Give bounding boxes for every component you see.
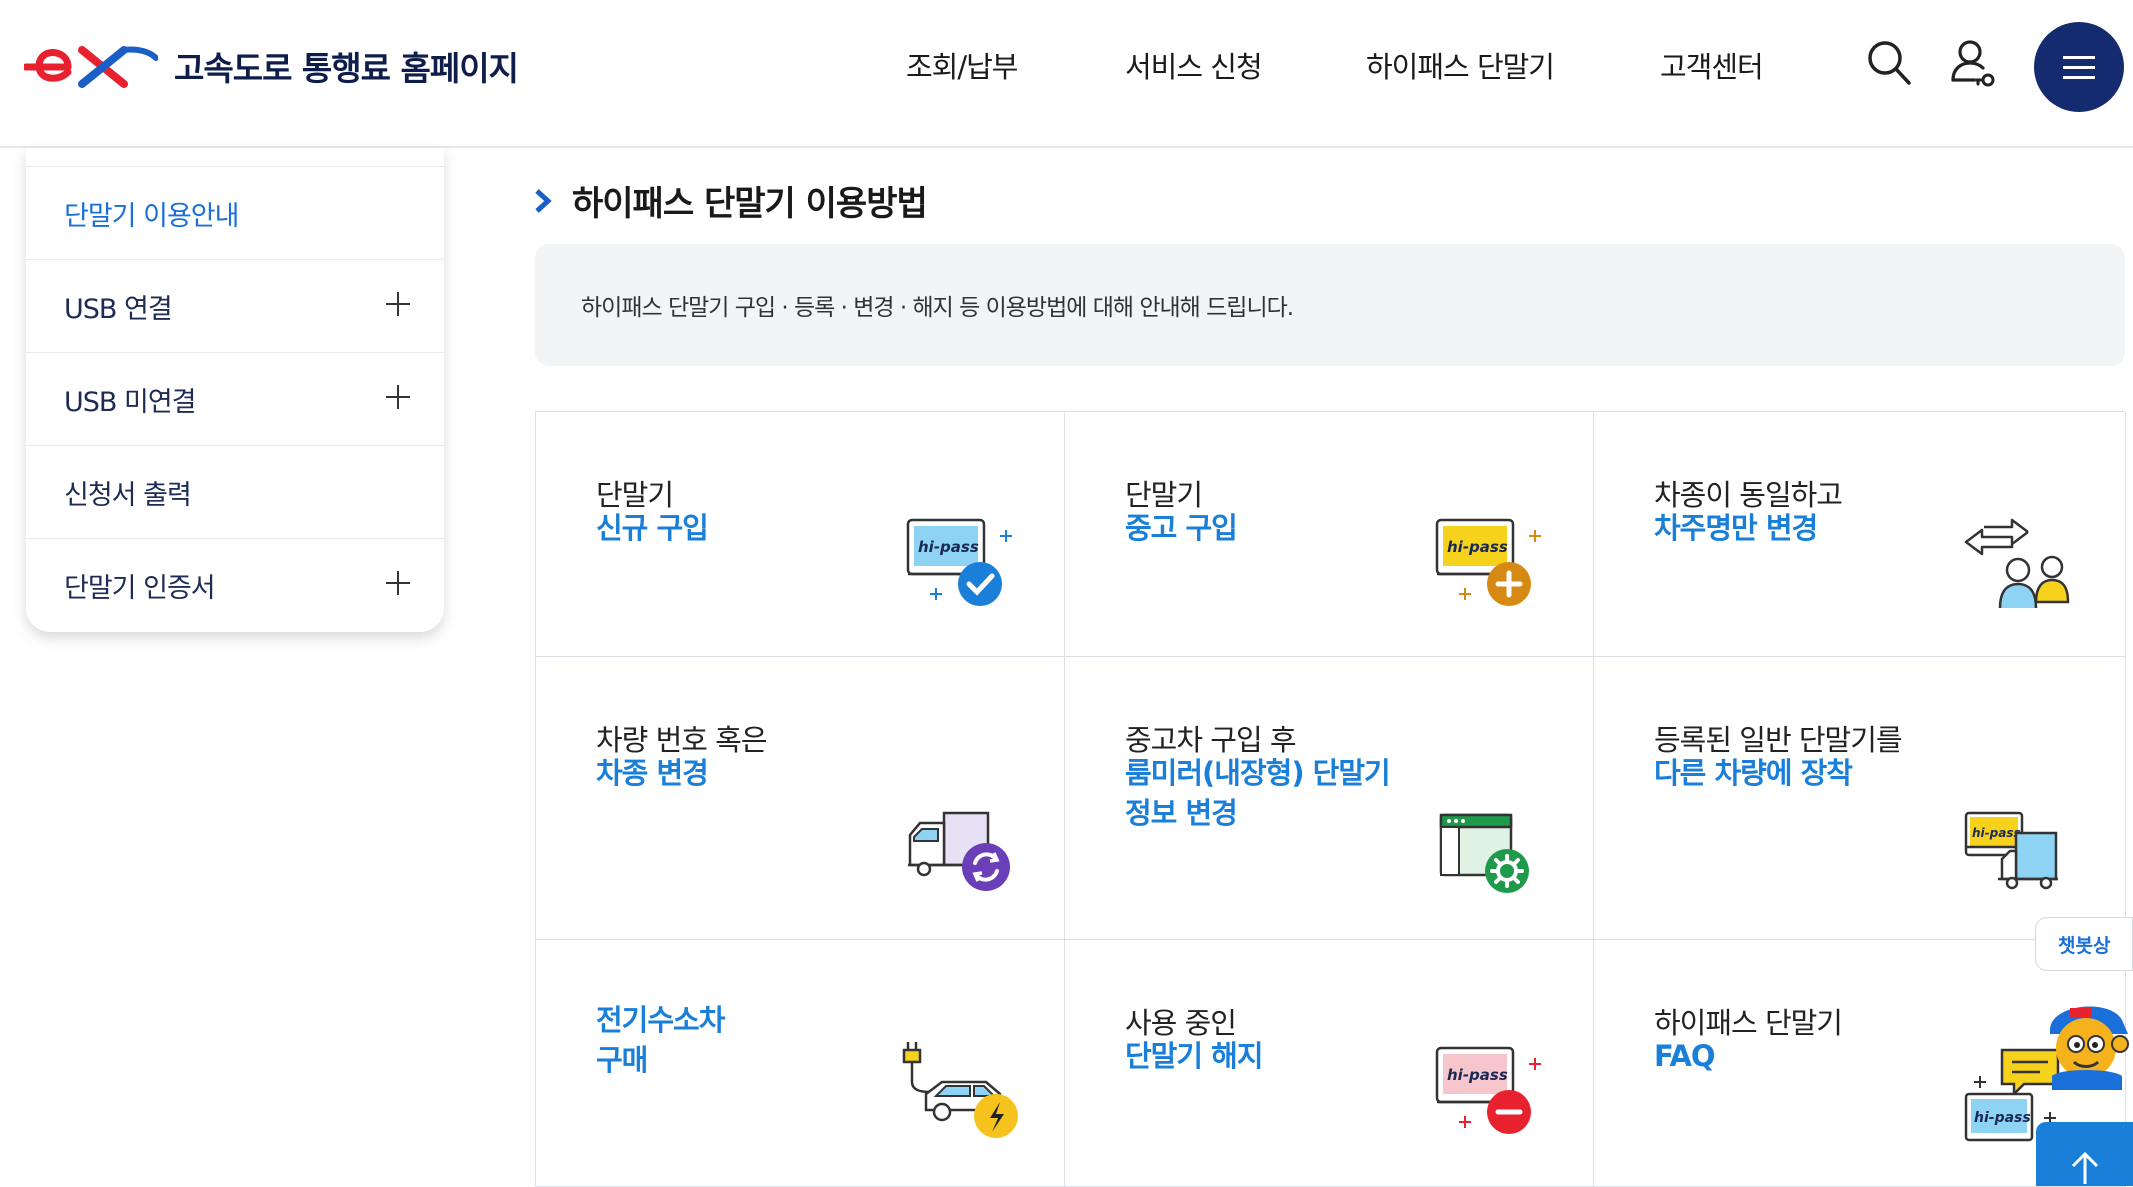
sidebar-item-terminal-guide[interactable]: 단말기 이용안내 xyxy=(26,166,444,259)
card-title: 신규 구입 xyxy=(596,511,709,545)
hipass-label: hi-pass xyxy=(1447,538,1508,556)
hipass-cancel-icon: hi-pass xyxy=(1435,1046,1541,1134)
nav-item-customer-center[interactable]: 고객센터 xyxy=(1660,44,1764,86)
menu-button[interactable] xyxy=(2034,22,2124,112)
card-title-line2: 정보 변경 xyxy=(1125,796,1238,830)
ev-car-icon xyxy=(902,1042,1018,1138)
card-owner-change[interactable]: 차종이 동일하고 차주명만 변경 xyxy=(1594,412,2126,657)
card-roommirror-change[interactable]: 중고차 구입 후 룸미러(내장형) 단말기 정보 변경 xyxy=(1065,657,1594,940)
sidebar-item-label: USB 미연결 xyxy=(64,386,197,418)
card-used-purchase[interactable]: 단말기 중고 구입 hi-pass xyxy=(1065,412,1594,657)
card-title: 중고 구입 xyxy=(1125,511,1238,545)
card-vehicle-change[interactable]: 차량 번호 혹은 차종 변경 xyxy=(536,657,1065,940)
hipass-truck-icon: hi-pass xyxy=(1964,811,2058,890)
card-title: 룸미러(내장형) 단말기 xyxy=(1125,756,1391,790)
page-title: 하이패스 단말기 이용방법 xyxy=(572,184,928,224)
sidebar-item-terminal-certificate[interactable]: 단말기 인증서 xyxy=(26,538,444,631)
plus-icon[interactable] xyxy=(386,571,410,595)
nav-item-service-request[interactable]: 서비스 신청 xyxy=(1125,44,1263,86)
card-title: 다른 차량에 장착 xyxy=(1654,756,1853,790)
sidebar: 단말기 이용안내 USB 연결 USB 미연결 신청서 출력 단말기 인증서 xyxy=(26,148,444,632)
site-logo[interactable]: 고속도로 통행료 홈페이지 xyxy=(24,40,519,92)
card-title: 차주명만 변경 xyxy=(1654,511,1818,545)
card-title: 전기수소차 xyxy=(596,1003,725,1037)
menu-icon xyxy=(2063,56,2095,59)
card-title: FAQ xyxy=(1654,1039,1716,1073)
user-icon[interactable] xyxy=(1950,38,1998,90)
card-new-purchase[interactable]: 단말기 신규 구입 hi-pass xyxy=(536,412,1065,657)
site-title: 고속도로 통행료 홈페이지 xyxy=(174,49,519,88)
card-install-other-vehicle[interactable]: 등록된 일반 단말기를 다른 차량에 장착 hi-pass xyxy=(1594,657,2126,940)
plus-icon[interactable] xyxy=(386,385,410,409)
sidebar-item-usb-disconnect[interactable]: USB 미연결 xyxy=(26,352,444,445)
hipass-used-icon: hi-pass xyxy=(1435,518,1541,606)
card-title: 차종 변경 xyxy=(596,756,709,790)
chevron-right-icon xyxy=(535,188,552,213)
plus-icon[interactable] xyxy=(386,292,410,316)
sidebar-item-label: 단말기 이용안내 xyxy=(64,200,239,232)
arrow-up-icon xyxy=(2071,1151,2099,1184)
card-title-line2: 구매 xyxy=(596,1043,648,1077)
owner-change-icon xyxy=(1964,518,2070,609)
sidebar-item-print-form[interactable]: 신청서 출력 xyxy=(26,445,444,538)
vehicle-change-icon xyxy=(908,811,1010,891)
sidebar-item-label: 단말기 인증서 xyxy=(64,572,216,604)
description-text: 하이패스 단말기 구입 · 등록 · 변경 · 해지 등 이용방법에 대해 안내… xyxy=(581,295,1294,321)
chatbot-button[interactable]: 챗봇상 xyxy=(2035,917,2133,971)
sidebar-item-label: USB 연결 xyxy=(64,293,173,325)
sidebar-item-usb-connect[interactable]: USB 연결 xyxy=(26,259,444,352)
description-box: 하이패스 단말기 구입 · 등록 · 변경 · 해지 등 이용방법에 대해 안내… xyxy=(535,244,2125,366)
usage-card-grid: 단말기 신규 구입 hi-pass 단말기 중고 구입 hi-pass 차종이 … xyxy=(535,411,2126,1187)
search-icon[interactable] xyxy=(1866,38,1912,88)
chatbot-label: 챗봇상 xyxy=(2058,934,2111,957)
hipass-label: hi-pass xyxy=(1972,826,2021,840)
site-header: 고속도로 통행료 홈페이지 조회/납부 서비스 신청 하이패스 단말기 고객센터 xyxy=(0,0,2133,148)
nav-item-hipass-terminal[interactable]: 하이패스 단말기 xyxy=(1366,44,1555,86)
hipass-label: hi-pass xyxy=(1447,1066,1508,1084)
hipass-label: hi-pass xyxy=(1974,1110,2031,1126)
section-title: 하이패스 단말기 이용방법 xyxy=(534,176,928,225)
roommirror-settings-icon xyxy=(1439,813,1529,893)
hipass-label: hi-pass xyxy=(918,538,979,556)
hipass-new-icon: hi-pass xyxy=(906,518,1012,606)
ex-logo-icon xyxy=(24,46,158,88)
nav-item-inquiry-payment[interactable]: 조회/납부 xyxy=(906,44,1018,86)
card-terminal-cancel[interactable]: 사용 중인 단말기 해지 hi-pass xyxy=(1065,940,1594,1187)
scroll-top-button[interactable] xyxy=(2036,1122,2133,1186)
card-ev-purchase[interactable]: 전기수소차 구매 xyxy=(536,940,1065,1187)
card-title: 단말기 해지 xyxy=(1125,1039,1263,1073)
sidebar-item-label: 신청서 출력 xyxy=(64,479,192,511)
chatbot-mascot-icon[interactable] xyxy=(2040,990,2133,1090)
